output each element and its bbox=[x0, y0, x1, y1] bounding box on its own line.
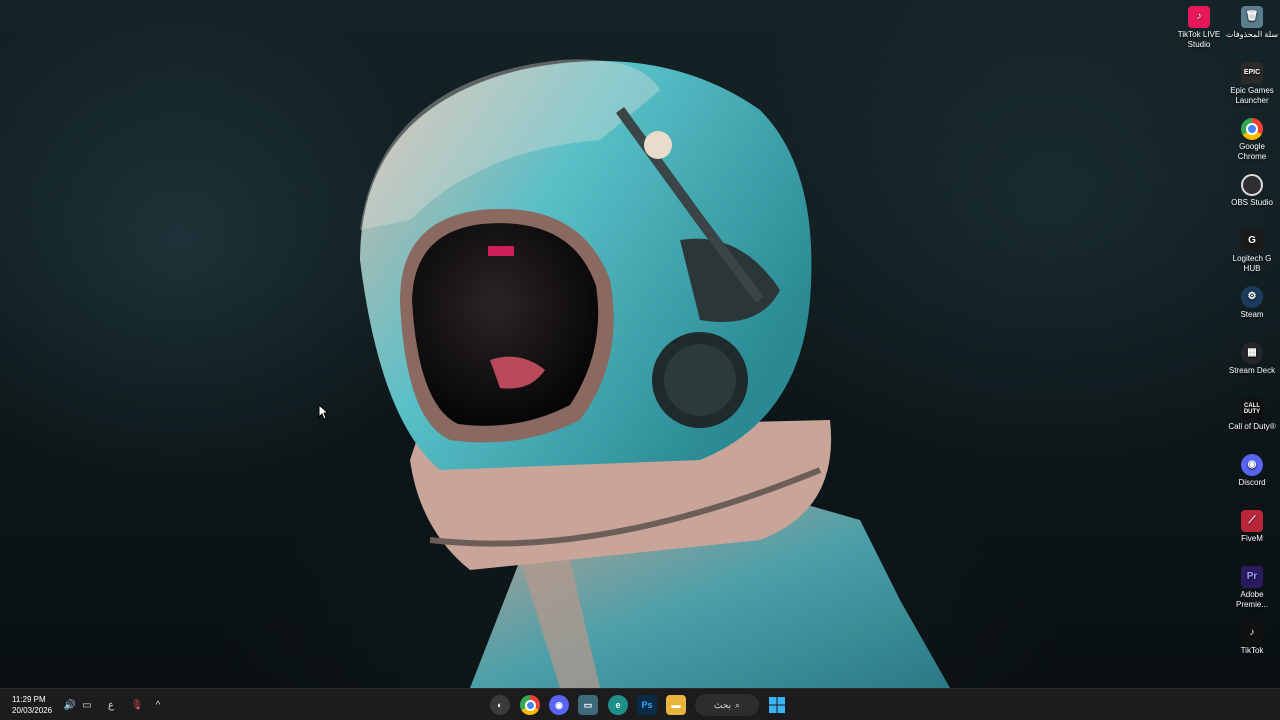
logitech-shortcut[interactable]: G Logitech G HUB bbox=[1225, 226, 1279, 274]
obs-taskbar-button[interactable]: ◐ bbox=[490, 695, 510, 715]
desktop-icons: ♪ TikTok LIVE Studio 🗑 سلة المحذوفات EPI… bbox=[1178, 0, 1280, 688]
desk-icon-label: Logitech G HUB bbox=[1232, 254, 1272, 273]
search-icon: ⌕ bbox=[735, 699, 741, 710]
clock-date: 20/03/2026 bbox=[12, 706, 53, 715]
desk-icon-label: Epic Games Launcher bbox=[1230, 86, 1274, 105]
fivem-shortcut[interactable]: ⟋ FiveM bbox=[1225, 506, 1279, 544]
monitor-app-icon: ▭ bbox=[583, 699, 593, 710]
discord-shortcut[interactable]: ◉ Discord bbox=[1225, 450, 1279, 488]
epic-games-icon: EPIC bbox=[1241, 62, 1263, 84]
stream-deck-shortcut[interactable]: ▦ Stream Deck bbox=[1225, 338, 1279, 376]
desk-icon-label: سلة المحذوفات bbox=[1225, 30, 1279, 39]
network-icon[interactable]: ▭ bbox=[80, 698, 94, 712]
clock-time: 11:29 PM bbox=[12, 695, 46, 704]
astronaut-illustration bbox=[360, 59, 950, 688]
language-indicator[interactable]: ع bbox=[104, 698, 118, 712]
volume-icon[interactable]: 🔊 bbox=[63, 698, 77, 712]
recycle-bin-icon: 🗑 bbox=[1241, 6, 1263, 28]
call-of-duty-shortcut[interactable]: CALL DUTY Call of Duty® bbox=[1225, 394, 1279, 432]
desk-icon-label: Call of Duty® bbox=[1228, 422, 1276, 431]
taskbar: 11:29 PM 20/03/2026 🔊 ▭ ع 🎙 ^ ◐ ◉ ▭ e Ps… bbox=[0, 688, 1280, 720]
windows-logo-icon bbox=[769, 697, 785, 713]
chrome-icon bbox=[524, 699, 536, 711]
microphone-icon[interactable]: 🎙 bbox=[130, 698, 144, 712]
desk-icon-label: OBS Studio bbox=[1231, 198, 1273, 207]
tiktok-live-icon: ♪ bbox=[1188, 6, 1210, 28]
monitor-app-taskbar-button[interactable]: ▭ bbox=[578, 695, 598, 715]
steam-icon: ⚙ bbox=[1241, 286, 1263, 308]
chevron-up-icon[interactable]: ^ bbox=[151, 698, 165, 712]
premiere-icon: Pr bbox=[1241, 566, 1263, 588]
epic-games-shortcut[interactable]: EPIC Epic Games Launcher bbox=[1225, 58, 1279, 106]
obs-icon: ◐ bbox=[497, 700, 503, 710]
desk-icon-label: Adobe Premie... bbox=[1235, 590, 1268, 609]
desk-icon-label: Stream Deck bbox=[1228, 366, 1276, 375]
edge-taskbar-button[interactable]: e bbox=[608, 695, 628, 715]
edge-icon: e bbox=[615, 700, 621, 710]
desk-icon-label: TikTok bbox=[1240, 646, 1264, 655]
discord-icon: ◉ bbox=[1241, 454, 1263, 476]
discord-icon: ◉ bbox=[555, 699, 563, 710]
obs-icon bbox=[1241, 174, 1263, 196]
stream-deck-icon: ▦ bbox=[1241, 342, 1263, 364]
logitech-icon: G bbox=[1241, 230, 1263, 252]
mouse-cursor-icon bbox=[318, 404, 330, 420]
desk-icon-label: Steam bbox=[1240, 310, 1264, 319]
chrome-taskbar-button[interactable] bbox=[520, 695, 540, 715]
recycle-bin-shortcut[interactable]: 🗑 سلة المحذوفات bbox=[1225, 2, 1279, 40]
obs-shortcut[interactable]: OBS Studio bbox=[1225, 170, 1279, 208]
desktop-wallpaper bbox=[0, 0, 1280, 688]
start-button[interactable] bbox=[767, 695, 787, 715]
desk-icon-label: Discord bbox=[1238, 478, 1266, 487]
photoshop-taskbar-button[interactable]: Ps bbox=[637, 695, 657, 715]
file-explorer-taskbar-button[interactable]: ▬ bbox=[666, 695, 686, 715]
desk-icon-label: Google Chrome bbox=[1237, 142, 1267, 161]
search-label: بحث bbox=[713, 699, 732, 710]
chrome-icon bbox=[1241, 118, 1263, 140]
steam-shortcut[interactable]: ⚙ Steam bbox=[1225, 282, 1279, 320]
tiktok-live-shortcut[interactable]: ♪ TikTok LIVE Studio bbox=[1172, 2, 1226, 50]
fivem-icon: ⟋ bbox=[1241, 510, 1263, 532]
desk-icon-label: FiveM bbox=[1241, 534, 1263, 543]
taskbar-search[interactable]: بحث ⌕ bbox=[695, 694, 759, 716]
tiktok-icon: ♪ bbox=[1241, 622, 1263, 644]
photoshop-icon: Ps bbox=[641, 700, 653, 710]
file-explorer-icon: ▬ bbox=[671, 700, 681, 710]
clock[interactable]: 11:29 PM 20/03/2026 bbox=[12, 694, 52, 716]
premiere-shortcut[interactable]: Pr Adobe Premie... bbox=[1225, 562, 1279, 610]
tiktok-shortcut[interactable]: ♪ TikTok bbox=[1225, 618, 1279, 656]
call-of-duty-icon: CALL DUTY bbox=[1241, 398, 1263, 420]
desk-icon-label: TikTok LIVE Studio bbox=[1177, 30, 1221, 49]
discord-taskbar-button[interactable]: ◉ bbox=[549, 695, 569, 715]
chrome-shortcut[interactable]: Google Chrome bbox=[1225, 114, 1279, 162]
